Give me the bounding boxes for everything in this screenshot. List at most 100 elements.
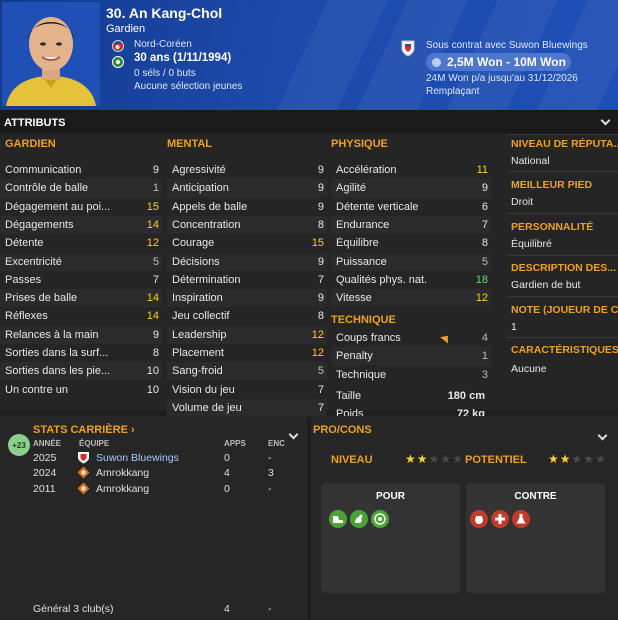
divider: [507, 255, 618, 256]
mental-attribute-value: 9: [317, 255, 324, 268]
reputation-value: National: [511, 155, 550, 167]
mental-attribute-row[interactable]: Détermination 7: [167, 271, 327, 289]
strength-icon[interactable]: [350, 510, 368, 528]
goalkeeping-attribute-row[interactable]: Contrôle de balle 1: [0, 179, 162, 198]
mental-attribute-value: 7: [317, 401, 324, 414]
contract-wage: 24M Won p/a jusqu'au 31/12/2026: [426, 73, 578, 84]
technical-attribute-row[interactable]: Penalty 1: [331, 347, 491, 366]
mental-attribute-row[interactable]: Appels de balle 9: [167, 198, 327, 216]
club-crest-icon: [112, 56, 124, 68]
mental-attribute-label: Détermination: [172, 273, 241, 286]
target-icon[interactable]: [371, 510, 389, 528]
mental-attribute-row[interactable]: Courage 15: [167, 234, 327, 252]
career-team[interactable]: Amrokkang: [96, 483, 149, 495]
goalkeeping-attribute-label: Communication: [5, 164, 82, 176]
mental-attribute-row[interactable]: Agressivité 9: [167, 161, 327, 179]
goalkeeping-attribute-value: 10: [146, 365, 159, 378]
mental-attribute-row[interactable]: Vision du jeu 7: [167, 381, 327, 399]
mental-attribute-row[interactable]: Jeu collectif 8: [167, 307, 327, 325]
goalkeeping-attribute-value: 9: [152, 164, 159, 176]
goalkeeping-attribute-row[interactable]: Dégagement au poi... 15: [0, 198, 162, 216]
mental-attribute-value: 12: [311, 328, 324, 341]
career-enc: -: [268, 483, 272, 495]
star-full-icon: ★: [559, 452, 571, 466]
mental-attribute-value: 12: [311, 347, 324, 359]
chevron-down-icon[interactable]: [600, 115, 611, 126]
goalkeeping-attribute-row[interactable]: Dégagements 14: [0, 215, 162, 234]
suwon-crest-icon[interactable]: [401, 40, 415, 57]
player-youth-caps: Aucune sélection jeunes: [134, 81, 243, 92]
physical-attribute-label: Endurance: [336, 218, 390, 231]
mental-attribute-row[interactable]: Anticipation 9: [167, 179, 327, 198]
physical-attribute-label: Équilibre: [336, 237, 379, 250]
physical-attribute-row[interactable]: Accélération 11: [331, 161, 491, 179]
mental-attribute-row[interactable]: Sang-froid 5: [167, 362, 327, 381]
traits-heading: CARACTÉRISTIQUES J: [511, 344, 618, 356]
pros-cons-panel: PRO/CONS NIVEAU ★ ★ ★ ★ ★ POTENTIEL ★ ★ ★ ★ ★ PO…: [311, 416, 618, 620]
physical-attribute-row[interactable]: Détente verticale 6: [331, 198, 491, 216]
flask-icon[interactable]: [512, 510, 530, 528]
star-empty-icon: ★: [583, 452, 595, 466]
goalkeeping-attribute-row[interactable]: Un contre un 10: [0, 381, 162, 399]
amrokkang-crest-icon[interactable]: [77, 482, 90, 495]
potential-ability-stars: ★ ★ ★ ★ ★: [548, 453, 606, 465]
mental-attribute-row[interactable]: Concentration 8: [167, 215, 327, 234]
transfer-value-pill[interactable]: 2,5M Won - 10M Won: [426, 53, 571, 71]
player-info-column: NIVEAU DE RÉPUTA... National MEILLEUR PI…: [503, 134, 618, 410]
goalkeeping-attribute-label: Sorties dans les pie...: [5, 365, 111, 378]
technical-attribute-row[interactable]: Technique 3: [331, 366, 491, 384]
goalkeeping-attribute-row[interactable]: Prises de balle 14: [0, 289, 162, 308]
squad-role: Remplaçant: [426, 86, 480, 97]
player-nationality[interactable]: Nord-Coréen: [134, 39, 192, 50]
preferred-foot-heading: MEILLEUR PIED: [511, 179, 593, 191]
physical-attribute-value: 5: [481, 255, 488, 268]
mental-attribute-row[interactable]: Inspiration 9: [167, 289, 327, 308]
career-team-link[interactable]: Suwon Bluewings: [96, 452, 179, 464]
career-apps: 0: [224, 483, 230, 495]
physical-attribute-value: 6: [481, 200, 488, 213]
goalkeeping-attribute-value: 5: [152, 255, 159, 268]
goalkeeping-attribute-label: Passes: [5, 273, 42, 286]
chevron-down-icon[interactable]: [597, 430, 608, 441]
mental-attribute-row[interactable]: Volume de jeu 7: [167, 398, 327, 417]
mental-attribute-label: Leadership: [172, 328, 227, 341]
career-total-enc: -: [268, 603, 272, 615]
temper-icon[interactable]: [470, 510, 488, 528]
career-team[interactable]: Amrokkang: [96, 467, 149, 479]
physical-attribute-row[interactable]: Vitesse 12: [331, 289, 491, 308]
physical-attribute-label: Agilité: [336, 182, 366, 195]
goalkeeping-attribute-row[interactable]: Excentricité 5: [0, 252, 162, 271]
goalkeeping-attribute-value: 14: [146, 292, 159, 305]
value-indicator-icon: [432, 57, 441, 67]
enc-header: ENC: [268, 439, 285, 448]
star-empty-icon: ★: [595, 452, 606, 466]
mental-attribute-row[interactable]: Placement 12: [167, 344, 327, 362]
physical-attribute-row[interactable]: Endurance 7: [331, 215, 491, 234]
career-stats-title[interactable]: STATS CARRIÈRE ›: [33, 424, 135, 436]
technical-attribute-label: Coups francs: [336, 332, 401, 344]
technical-attribute-row[interactable]: Coups francs 4: [331, 329, 491, 347]
injury-icon[interactable]: [491, 510, 509, 528]
star-full-icon: ★: [548, 452, 559, 466]
divider: [507, 296, 618, 297]
goalkeeping-attribute-row[interactable]: Communication 9: [0, 161, 162, 179]
goalkeeping-attribute-row[interactable]: Réflexes 14: [0, 307, 162, 325]
goalkeeping-attribute-row[interactable]: Sorties dans la surf... 8: [0, 344, 162, 362]
goalkeeping-attribute-row[interactable]: Passes 7: [0, 271, 162, 289]
goalkeeping-attribute-label: Un contre un: [5, 383, 68, 396]
contract-status: Sous contrat avec Suwon Bluewings: [426, 40, 588, 51]
suwon-crest-icon[interactable]: [77, 451, 90, 464]
amrokkang-crest-icon[interactable]: [77, 466, 90, 479]
goalkeeping-attribute-row[interactable]: Relances à la main 9: [0, 325, 162, 344]
goalkeeping-attribute-row[interactable]: Détente 12: [0, 234, 162, 252]
physical-attribute-row[interactable]: Puissance 5: [331, 252, 491, 271]
chevron-down-icon[interactable]: [288, 429, 299, 440]
physical-attribute-row[interactable]: Équilibre 8: [331, 234, 491, 252]
mental-attribute-row[interactable]: Leadership 12: [167, 325, 327, 344]
boot-icon[interactable]: [329, 510, 347, 528]
goalkeeping-attribute-row[interactable]: Sorties dans les pie... 10: [0, 362, 162, 381]
physical-attribute-row[interactable]: Agilité 9: [331, 179, 491, 198]
current-ability-label: NIVEAU: [331, 454, 373, 466]
physical-attribute-row[interactable]: Qualités phys. nat. 18: [331, 271, 491, 289]
mental-attribute-row[interactable]: Décisions 9: [167, 252, 327, 271]
